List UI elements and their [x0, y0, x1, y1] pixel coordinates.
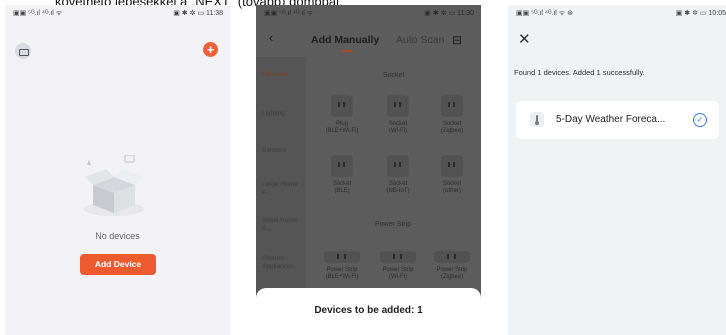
found-devices-text: Found 1 devices. Added 1 successfully. [514, 68, 645, 77]
socket-icon [331, 95, 353, 117]
tutorial-image: követhető lépésekkel a „NEXT” (tovább) g… [0, 0, 726, 335]
tab-add-manually[interactable]: Add Manually [311, 34, 379, 46]
device-card[interactable]: 5-Day Weather Foreca... ✓ [516, 101, 719, 139]
tab-underline [341, 50, 353, 52]
check-icon: ✓ [693, 113, 707, 127]
status-bar: ▣▣ ⁵ᴳ.ıl ⁴ᴳ.ıl ᯤ ⊛ ▣ ✱ ✲ ▭ 10:05 [508, 5, 726, 21]
section-power-strip: Power Strip [375, 221, 412, 228]
socket-icon [331, 155, 353, 177]
status-signal: ▣▣ ⁵ᴳ.ıl ⁴ᴳ.ıl ᯤ [264, 10, 314, 17]
add-device-button[interactable]: Add Device [80, 254, 156, 275]
phone-screen-result: ▣▣ ⁵ᴳ.ıl ⁴ᴳ.ıl ᯤ ⊛ ▣ ✱ ✲ ▭ 10:05 ✕ Found… [508, 5, 726, 335]
status-time: ▣ ✱ ✲ ▭ 10:05 [675, 10, 726, 17]
status-time: ▣ ✱ ✲ ▭ 11:30 [424, 10, 474, 17]
back-icon[interactable]: ‹ [269, 30, 273, 45]
close-icon[interactable]: ✕ [518, 32, 531, 47]
category-sensors[interactable]: Sensors [262, 147, 306, 155]
category-small-home[interactable]: Small Home A... [262, 217, 306, 233]
scan-icon[interactable]: ⊟ [452, 33, 462, 47]
status-signal: ▣▣ ⁵ᴳ.ıl ⁴ᴳ.ıl ᯤ [13, 10, 63, 17]
device-label: Socket (Wi-Fi) [388, 121, 408, 134]
category-large-home[interactable]: Large Home A... [262, 181, 306, 197]
device-socket-other[interactable]: Socket (other) [428, 155, 476, 195]
device-label: Power Strip (BLE+Wi-Fi) [325, 267, 359, 280]
device-strip-wifi[interactable]: Power Strip (Wi-Fi) [374, 251, 422, 281]
power-strip-icon [380, 251, 416, 263]
device-strip-ble-wifi[interactable]: Power Strip (BLE+Wi-Fi) [318, 251, 366, 281]
device-label: Socket (NB-IoT) [386, 181, 410, 194]
device-strip-zigbee[interactable]: Power Strip (Zigbee) [428, 251, 476, 281]
no-devices-text: No devices [95, 231, 140, 241]
tab-auto-scan[interactable]: Auto Scan [396, 34, 444, 46]
status-bar: ▣▣ ⁵ᴳ.ıl ⁴ᴳ.ıl ᯤ ▣ ✱ ✲ ▭ 11:30 [256, 5, 481, 21]
category-electrical[interactable]: Electrical [262, 71, 306, 79]
status-signal: ▣▣ ⁵ᴳ.ıl ⁴ᴳ.ıl ᯤ ⊛ [516, 10, 574, 17]
phone-screen-home: ▣▣ ⁵ᴳ.ıl ⁴ᴳ.ıl ᯤ ▣ ✱ ✲ ▭ 11:38 + No devi… [5, 5, 230, 335]
device-label: Socket (BLE) [332, 181, 352, 194]
status-time: ▣ ✱ ✲ ▭ 11:38 [173, 10, 223, 17]
top-nav: ‹ Add Manually Auto Scan ⊟ [256, 25, 481, 53]
empty-box-icon [84, 155, 144, 216]
device-label: Socket (Zigbee) [440, 121, 464, 134]
phone-screen-add-manually: ▣▣ ⁵ᴳ.ıl ⁴ᴳ.ıl ᯤ ▣ ✱ ✲ ▭ 11:30 ‹ Add Man… [256, 5, 481, 335]
add-icon[interactable]: + [203, 42, 218, 57]
socket-icon [387, 155, 409, 177]
device-socket-zigbee[interactable]: Socket (Zigbee) [428, 95, 476, 135]
socket-icon [441, 95, 463, 117]
device-plug-ble-wifi[interactable]: Plug (BLE+Wi-Fi) [318, 95, 366, 135]
power-strip-icon [324, 251, 360, 263]
home-switch-icon[interactable] [15, 43, 31, 59]
device-label: Power Strip (Wi-Fi) [382, 267, 414, 280]
status-bar: ▣▣ ⁵ᴳ.ıl ⁴ᴳ.ıl ᯤ ▣ ✱ ✲ ▭ 11:38 [5, 5, 230, 21]
device-label: Socket (other) [442, 181, 462, 194]
device-name: 5-Day Weather Foreca... [556, 114, 666, 125]
device-socket-nb-iot[interactable]: Socket (NB-IoT) [374, 155, 422, 195]
section-socket: Socket [383, 72, 405, 79]
devices-to-add-text: Devices to be added: 1 [314, 305, 423, 316]
thermometer-icon [530, 112, 544, 127]
device-label: Plug (BLE+Wi-Fi) [325, 121, 359, 134]
device-socket-wifi[interactable]: Socket (Wi-Fi) [374, 95, 422, 135]
socket-icon [387, 95, 409, 117]
device-socket-ble[interactable]: Socket (BLE) [318, 155, 366, 195]
power-strip-icon [434, 251, 470, 263]
bottom-sheet[interactable]: Devices to be added: 1 [256, 288, 481, 335]
category-kitchen[interactable]: Kitchen Appliances [262, 255, 306, 271]
socket-icon [441, 155, 463, 177]
device-label: Power Strip (Zigbee) [436, 267, 468, 280]
category-lighting[interactable]: Lighting [262, 110, 306, 118]
